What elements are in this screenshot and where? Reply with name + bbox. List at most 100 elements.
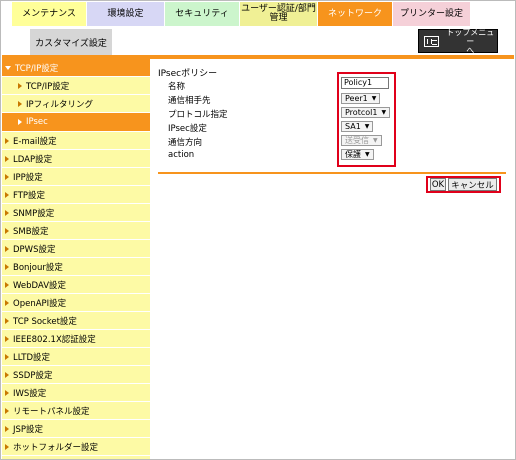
protocol-label: プロトコル指定: [168, 110, 228, 120]
sidebar-item-ieee8021x[interactable]: IEEE802.1X認証設定: [2, 330, 150, 348]
chevron-right-icon: [5, 353, 9, 360]
sidebar-item-label: ホットフォルダー設定: [13, 442, 99, 453]
tab-user-auth[interactable]: ユーザー認証/部門 管理: [240, 2, 318, 26]
sidebar-item-tcp-socket[interactable]: TCP Socket設定: [2, 312, 150, 330]
sidebar-item-iws[interactable]: IWS設定: [2, 384, 150, 402]
tab-label: カスタマイズ設定: [35, 38, 107, 49]
sidebar-item-label: リモートパネル設定: [13, 406, 90, 417]
dropdown-arrow-icon: ▼: [371, 95, 377, 102]
tab-maintenance[interactable]: メンテナンス: [12, 2, 87, 26]
sidebar-item-label: IPsec: [26, 117, 48, 127]
chevron-right-icon: [5, 173, 9, 180]
chevron-right-icon: [5, 281, 9, 288]
sidebar-item-label: SNMP設定: [13, 208, 55, 219]
action-label: action: [168, 150, 195, 160]
sidebar-item-label: TCP/IP設定: [26, 81, 70, 92]
dropdown-arrow-icon: ▼: [365, 151, 370, 158]
chevron-right-icon: [18, 119, 22, 125]
sidebar-item-webdav[interactable]: WebDAV設定: [2, 276, 150, 294]
chevron-right-icon: [18, 82, 22, 89]
protocol-select-value: Protcol1: [345, 108, 378, 117]
chevron-right-icon: [5, 335, 9, 342]
sidebar-item-label: SMB設定: [13, 226, 49, 237]
sidebar-item-ftp[interactable]: FTP設定: [2, 186, 150, 204]
dropdown-arrow-icon: ▼: [381, 109, 387, 116]
sidebar-item-remote-panel[interactable]: リモートパネル設定: [2, 402, 150, 420]
sidebar-item-label: IPフィルタリング: [26, 99, 93, 110]
form-divider: [158, 172, 506, 174]
sidebar-item-label: IWS設定: [13, 388, 47, 399]
chevron-right-icon: [5, 299, 9, 306]
tab-label: 環境設定: [107, 8, 144, 19]
ok-button[interactable]: OK: [430, 178, 446, 191]
peer-label: 通信相手先: [168, 96, 211, 106]
chevron-right-icon: [5, 227, 9, 234]
ipsec-select-value: SA1: [345, 122, 361, 131]
sidebar-item-label: LLTD設定: [13, 352, 51, 363]
protocol-select[interactable]: Protcol1 ▼: [341, 107, 391, 118]
chevron-right-icon: [5, 317, 9, 324]
sidebar-subitem-ip-filtering[interactable]: IPフィルタリング: [2, 95, 150, 113]
sidebar-item-jsp[interactable]: JSP設定: [2, 420, 150, 438]
chevron-right-icon: [5, 443, 9, 450]
chevron-right-icon: [5, 155, 9, 162]
menu-icon: [424, 35, 440, 47]
sidebar-item-smb[interactable]: SMB設定: [2, 222, 150, 240]
sidebar-item-email[interactable]: E-mail設定: [2, 132, 150, 150]
sidebar-item-label: TCP/IP設定: [15, 63, 59, 74]
section-title: IPsecポリシー: [158, 69, 218, 79]
top-menu-label: トップメニュー へ: [446, 27, 495, 55]
direction-select-value: 送受信: [345, 136, 369, 145]
tab-environment[interactable]: 環境設定: [87, 2, 165, 26]
sidebar-item-ldap[interactable]: LDAP設定: [2, 150, 150, 168]
tab-label: ユーザー認証/部門 管理: [241, 4, 316, 23]
direction-select[interactable]: 送受信 ▼: [341, 135, 382, 146]
action-select[interactable]: 保護 ▼: [341, 149, 374, 160]
sidebar-item-label: IEEE802.1X認証設定: [13, 334, 96, 345]
sidebar-item-label: DPWS設定: [13, 244, 56, 255]
sidebar-item-ipp[interactable]: IPP設定: [2, 168, 150, 186]
tab-label: プリンター設定: [399, 8, 463, 19]
ipsec-select[interactable]: SA1 ▼: [341, 121, 374, 132]
chevron-right-icon: [5, 191, 9, 198]
sidebar-item-label: FTP設定: [13, 190, 46, 201]
chevron-down-icon: [5, 65, 11, 70]
ipsec-label: IPsec設定: [168, 124, 207, 134]
chevron-right-icon: [5, 425, 9, 432]
top-menu-button[interactable]: トップメニュー へ: [418, 27, 498, 55]
sidebar-subitem-tcpip[interactable]: TCP/IP設定: [2, 77, 150, 95]
sidebar-item-label: LDAP設定: [13, 154, 53, 165]
sidebar-item-lltd[interactable]: LLTD設定: [2, 348, 150, 366]
tab-network[interactable]: ネットワーク: [318, 2, 393, 26]
sidebar-item-label: SSDP設定: [13, 370, 53, 381]
chevron-right-icon: [5, 245, 9, 252]
sidebar-item-label: JSP設定: [13, 424, 44, 435]
sidebar-item-ssdp[interactable]: SSDP設定: [2, 366, 150, 384]
tab-label: セキュリティ: [175, 8, 229, 19]
tab-label: メンテナンス: [22, 8, 76, 19]
chevron-right-icon: [18, 100, 22, 107]
sidebar-item-label: OpenAPI設定: [13, 298, 67, 309]
chevron-right-icon: [5, 137, 9, 144]
dropdown-arrow-icon: ▼: [364, 123, 370, 130]
peer-select[interactable]: Peer1 ▼: [341, 93, 381, 104]
action-select-value: 保護: [345, 150, 361, 159]
tab-customize[interactable]: カスタマイズ設定: [30, 29, 112, 55]
sidebar-item-label: IPP設定: [13, 172, 43, 183]
chevron-right-icon: [5, 371, 9, 378]
sidebar-subitem-ipsec[interactable]: IPsec: [2, 113, 150, 132]
sidebar-item-bonjour[interactable]: Bonjour設定: [2, 258, 150, 276]
sidebar-item-label: Bonjour設定: [13, 262, 63, 273]
sidebar-item-snmp[interactable]: SNMP設定: [2, 204, 150, 222]
chevron-right-icon: [5, 263, 9, 270]
tab-security[interactable]: セキュリティ: [165, 2, 240, 26]
tab-printer[interactable]: プリンター設定: [393, 2, 471, 26]
cancel-button[interactable]: キャンセル: [448, 178, 497, 191]
sidebar-item-dpws[interactable]: DPWS設定: [2, 240, 150, 258]
sidebar-item-openapi[interactable]: OpenAPI設定: [2, 294, 150, 312]
sidebar-item-tcpip[interactable]: TCP/IP設定: [2, 59, 150, 77]
chevron-right-icon: [5, 389, 9, 396]
sidebar-item-hot-folder[interactable]: ホットフォルダー設定: [2, 438, 150, 456]
sidebar-item-label: WebDAV設定: [13, 280, 67, 291]
name-input[interactable]: Policy1: [341, 77, 389, 89]
